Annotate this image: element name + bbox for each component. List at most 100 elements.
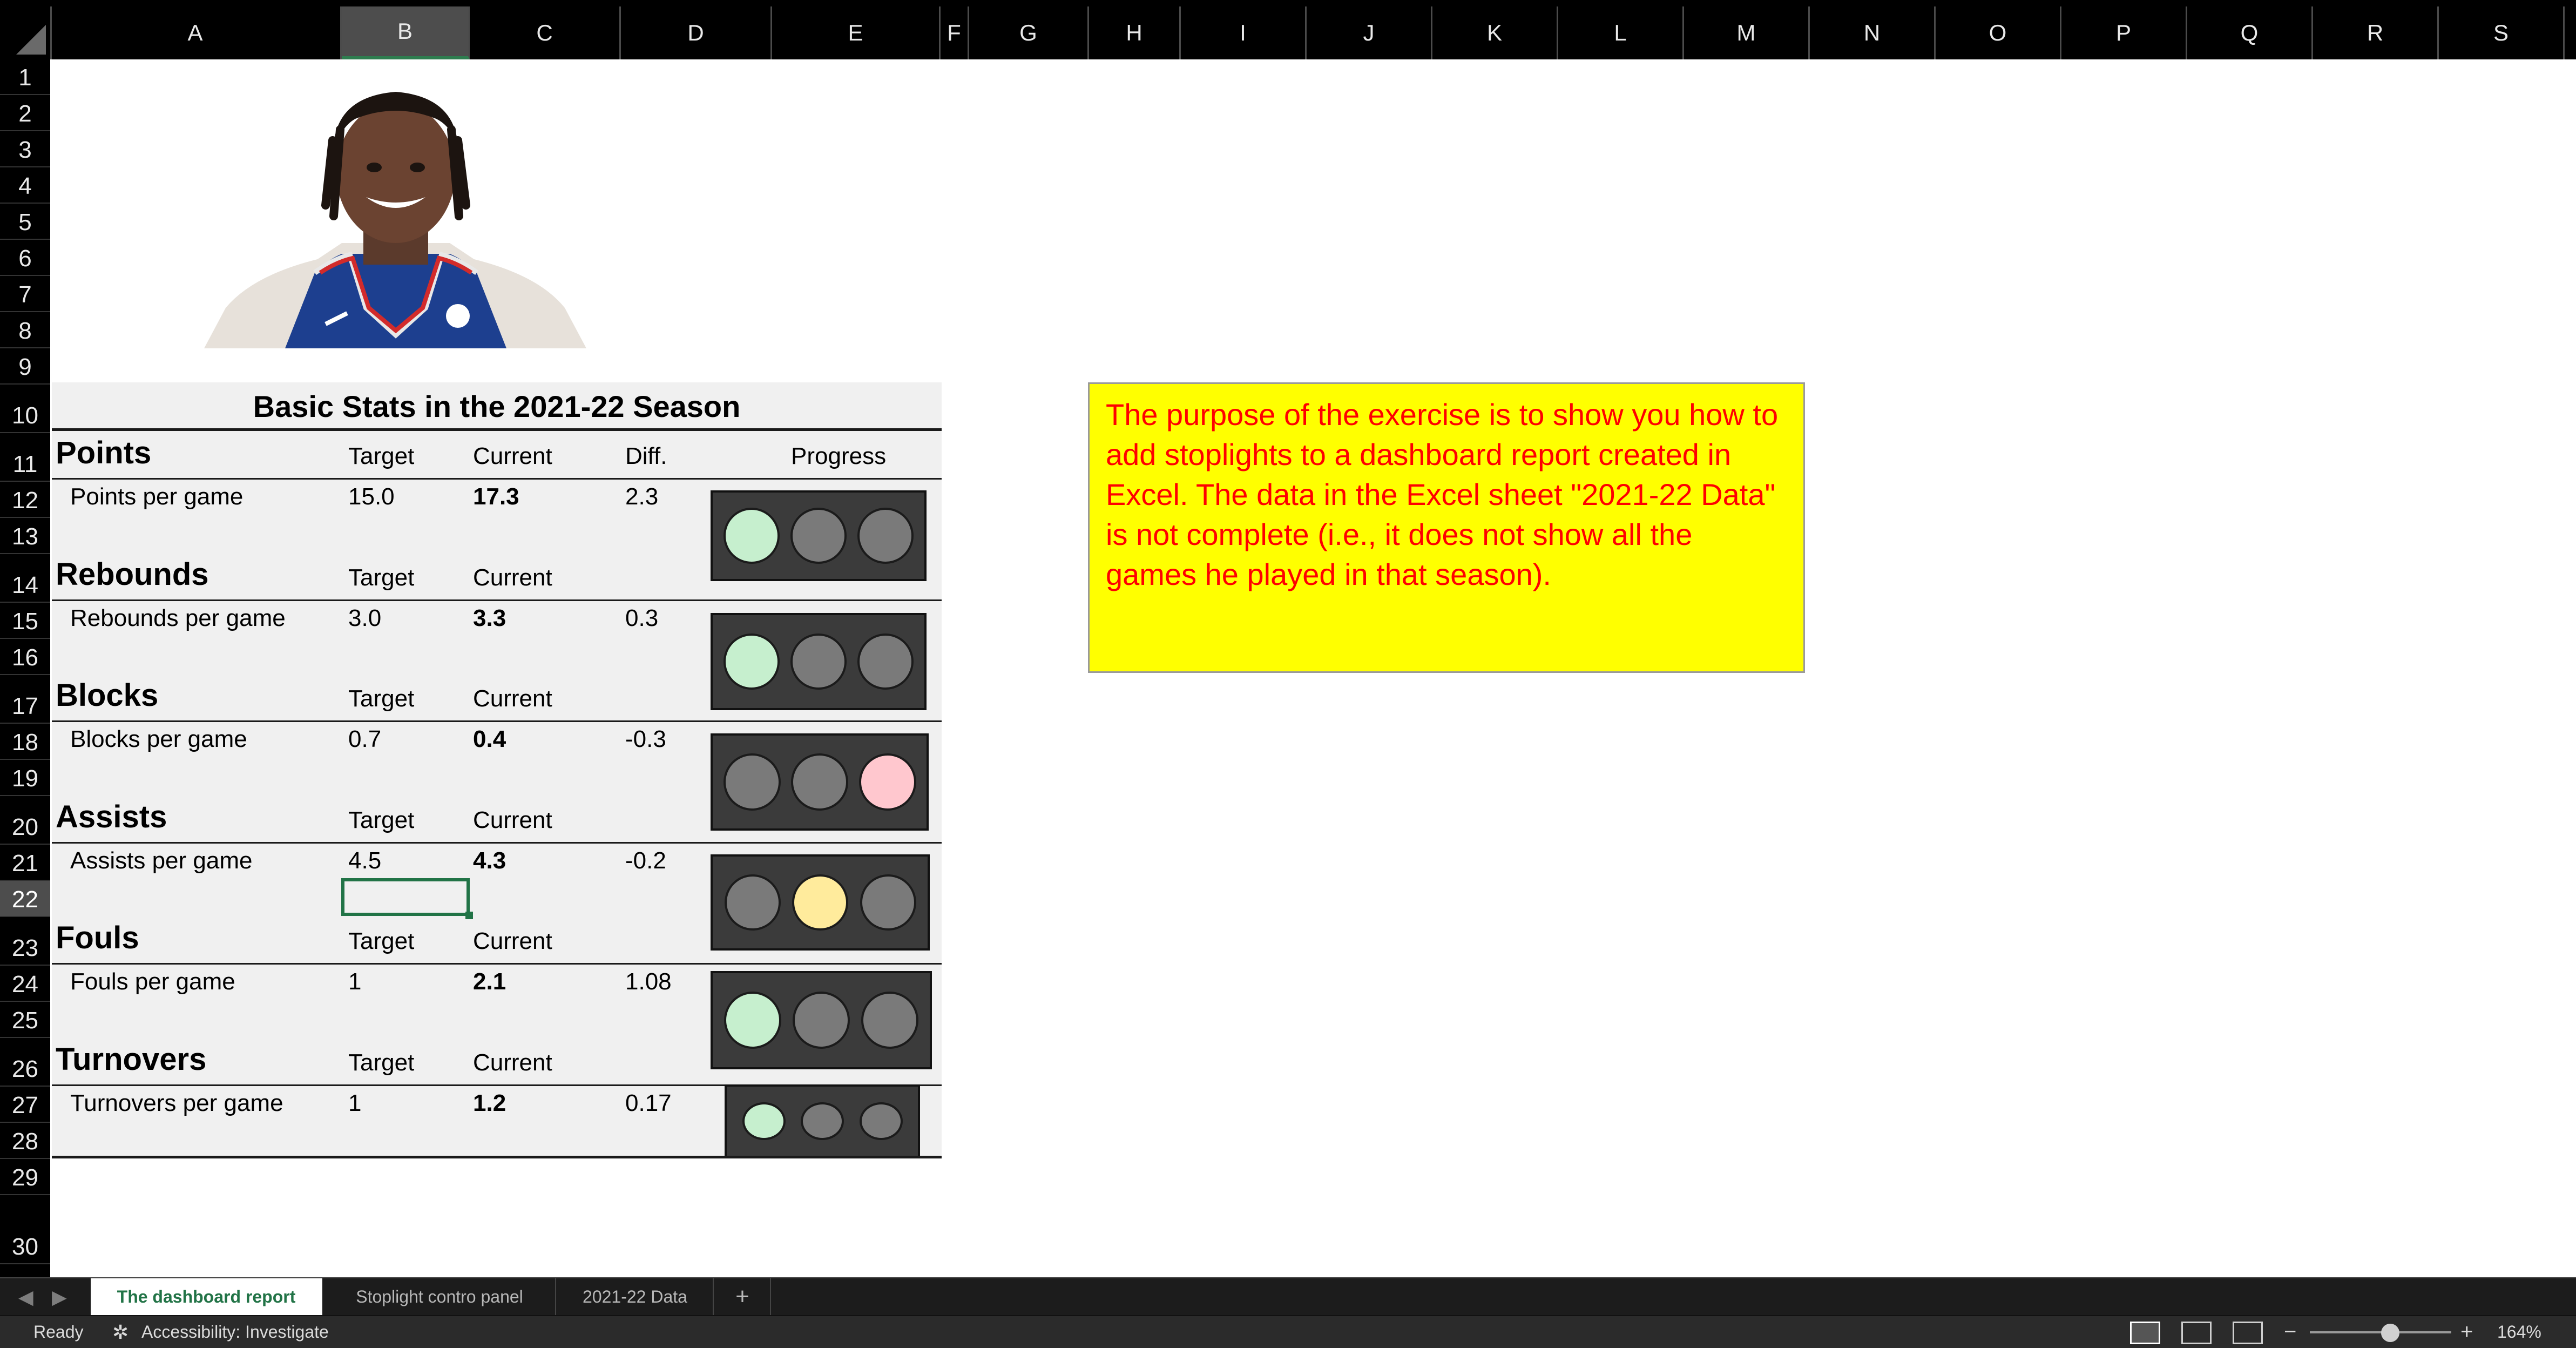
column-header-a[interactable]: A bbox=[50, 6, 342, 59]
row-header-21[interactable]: 21 bbox=[0, 845, 50, 881]
stoplight-yellow-bulb bbox=[793, 992, 850, 1049]
note-textbox[interactable]: The purpose of the exercise is to show y… bbox=[1088, 382, 1805, 673]
header-target-turnovers: Target bbox=[348, 1049, 415, 1076]
normal-view-icon[interactable] bbox=[2130, 1322, 2160, 1344]
column-header-g[interactable]: G bbox=[969, 6, 1089, 59]
player-photo bbox=[204, 92, 586, 348]
row-header-15[interactable]: 15 bbox=[0, 603, 50, 639]
row-header-8[interactable]: 8 bbox=[0, 312, 50, 348]
column-header-r[interactable]: R bbox=[2313, 6, 2439, 59]
zoom-slider-track[interactable] bbox=[2310, 1331, 2451, 1333]
header-current-blocks: Current bbox=[473, 685, 552, 712]
column-header-e[interactable]: E bbox=[772, 6, 941, 59]
row-header-6[interactable]: 6 bbox=[0, 240, 50, 276]
row-header-16[interactable]: 16 bbox=[0, 639, 50, 675]
row-header-4[interactable]: 4 bbox=[0, 167, 50, 204]
row-header-20[interactable]: 20 bbox=[0, 796, 50, 845]
row-header-5[interactable]: 5 bbox=[0, 204, 50, 240]
row-header-24[interactable]: 24 bbox=[0, 966, 50, 1002]
tab-scroll-left-icon[interactable]: ◀ bbox=[18, 1286, 33, 1309]
column-header-h[interactable]: H bbox=[1089, 6, 1181, 59]
stats-title: Basic Stats in the 2021-22 Season bbox=[253, 389, 741, 423]
row-header-19[interactable]: 19 bbox=[0, 760, 50, 796]
zoom-slider-knob[interactable] bbox=[2381, 1324, 2399, 1342]
stoplight-assists[interactable] bbox=[711, 854, 930, 951]
row-header-23[interactable]: 23 bbox=[0, 917, 50, 966]
row-header-30[interactable]: 30 bbox=[0, 1195, 50, 1264]
status-ready: Ready bbox=[33, 1322, 84, 1342]
header-current-points: Current bbox=[473, 443, 552, 469]
select-all-triangle-icon bbox=[16, 25, 46, 55]
column-header-j[interactable]: J bbox=[1307, 6, 1432, 59]
row-header-18[interactable]: 18 bbox=[0, 724, 50, 760]
row-header-3[interactable]: 3 bbox=[0, 131, 50, 167]
row-header-25[interactable]: 25 bbox=[0, 1002, 50, 1038]
column-header-l[interactable]: L bbox=[1558, 6, 1684, 59]
column-header-f[interactable]: F bbox=[941, 6, 969, 59]
metric-label-rebounds: Rebounds per game bbox=[70, 605, 286, 631]
column-header-i[interactable]: I bbox=[1181, 6, 1307, 59]
row-header-11[interactable]: 11 bbox=[0, 433, 50, 482]
column-header-p[interactable]: P bbox=[2061, 6, 2187, 59]
column-header-o[interactable]: O bbox=[1936, 6, 2061, 59]
row-header-27[interactable]: 27 bbox=[0, 1087, 50, 1123]
zoom-out-button[interactable]: − bbox=[2284, 1316, 2296, 1348]
header-current-fouls: Current bbox=[473, 928, 552, 954]
page-layout-view-icon[interactable] bbox=[2181, 1322, 2212, 1344]
row-header-22[interactable]: 22 bbox=[0, 881, 50, 917]
column-header-s[interactable]: S bbox=[2439, 6, 2565, 59]
target-value-rebounds: 3.0 bbox=[348, 605, 382, 631]
row-header-12[interactable]: 12 bbox=[0, 482, 50, 518]
row-header-26[interactable]: 26 bbox=[0, 1038, 50, 1087]
stoplight-rebounds[interactable] bbox=[711, 613, 927, 710]
add-sheet-icon[interactable]: + bbox=[715, 1278, 771, 1315]
active-cell-b22[interactable] bbox=[341, 878, 470, 916]
row-headers: 1 2 3 4 5 6 7 8 9 10 11 12 13 14 15 16 17 18 19 20 21 22 23 24 2… bbox=[0, 59, 50, 1277]
row-header-17[interactable]: 17 bbox=[0, 675, 50, 724]
column-header-c[interactable]: C bbox=[470, 6, 621, 59]
column-headers: ABCDEFGHIJKLMNOPQRS bbox=[0, 6, 2576, 59]
category-assists: Assists bbox=[56, 799, 167, 834]
row-header-2[interactable]: 2 bbox=[0, 95, 50, 131]
tab-scroll-right-icon[interactable]: ▶ bbox=[52, 1286, 67, 1309]
column-header-m[interactable]: M bbox=[1684, 6, 1810, 59]
row-header-9[interactable]: 9 bbox=[0, 348, 50, 385]
stoplight-green-bulb bbox=[742, 1102, 786, 1140]
metric-label-turnovers: Turnovers per game bbox=[70, 1090, 283, 1116]
current-value-turnovers: 1.2 bbox=[473, 1090, 506, 1116]
row-header-7[interactable]: 7 bbox=[0, 276, 50, 312]
stoplight-red-bulb bbox=[857, 633, 914, 690]
row-header-10[interactable]: 10 bbox=[0, 385, 50, 433]
title-rule bbox=[52, 428, 942, 431]
stoplight-blocks[interactable] bbox=[711, 733, 929, 831]
tab-stoplight-control-panel[interactable]: Stoplight contro panel bbox=[324, 1278, 556, 1315]
fill-handle[interactable] bbox=[465, 912, 473, 919]
page-break-view-icon[interactable] bbox=[2233, 1322, 2263, 1344]
zoom-level[interactable]: 164% bbox=[2497, 1316, 2541, 1348]
header-current-turnovers: Current bbox=[473, 1049, 552, 1076]
header-target-blocks: Target bbox=[348, 685, 415, 712]
column-header-q[interactable]: Q bbox=[2187, 6, 2313, 59]
accessibility-icon[interactable]: ✲ bbox=[112, 1316, 129, 1348]
header-progress: Progress bbox=[791, 443, 887, 469]
column-header-n[interactable]: N bbox=[1810, 6, 1936, 59]
stoplight-turnovers[interactable] bbox=[725, 1084, 920, 1158]
tab-2021-22-data[interactable]: 2021-22 Data bbox=[557, 1278, 714, 1315]
row-header-13[interactable]: 13 bbox=[0, 518, 50, 554]
stoplight-fouls[interactable] bbox=[711, 971, 932, 1069]
column-header-b[interactable]: B bbox=[342, 6, 470, 59]
category-rule-rebounds bbox=[52, 599, 942, 601]
row-header-28[interactable]: 28 bbox=[0, 1123, 50, 1159]
diff-value-assists: -0.2 bbox=[625, 847, 666, 874]
stoplight-points[interactable] bbox=[711, 490, 927, 581]
table-bottom-rule bbox=[52, 1156, 942, 1158]
column-header-k[interactable]: K bbox=[1432, 6, 1558, 59]
row-header-29[interactable]: 29 bbox=[0, 1159, 50, 1195]
select-all-button[interactable] bbox=[0, 6, 52, 59]
row-header-14[interactable]: 14 bbox=[0, 554, 50, 603]
column-header-d[interactable]: D bbox=[621, 6, 772, 59]
tab-dashboard-report[interactable]: The dashboard report bbox=[91, 1278, 323, 1315]
row-header-1[interactable]: 1 bbox=[0, 59, 50, 95]
zoom-in-button[interactable]: + bbox=[2460, 1316, 2473, 1348]
accessibility-status[interactable]: Accessibility: Investigate bbox=[141, 1316, 329, 1348]
